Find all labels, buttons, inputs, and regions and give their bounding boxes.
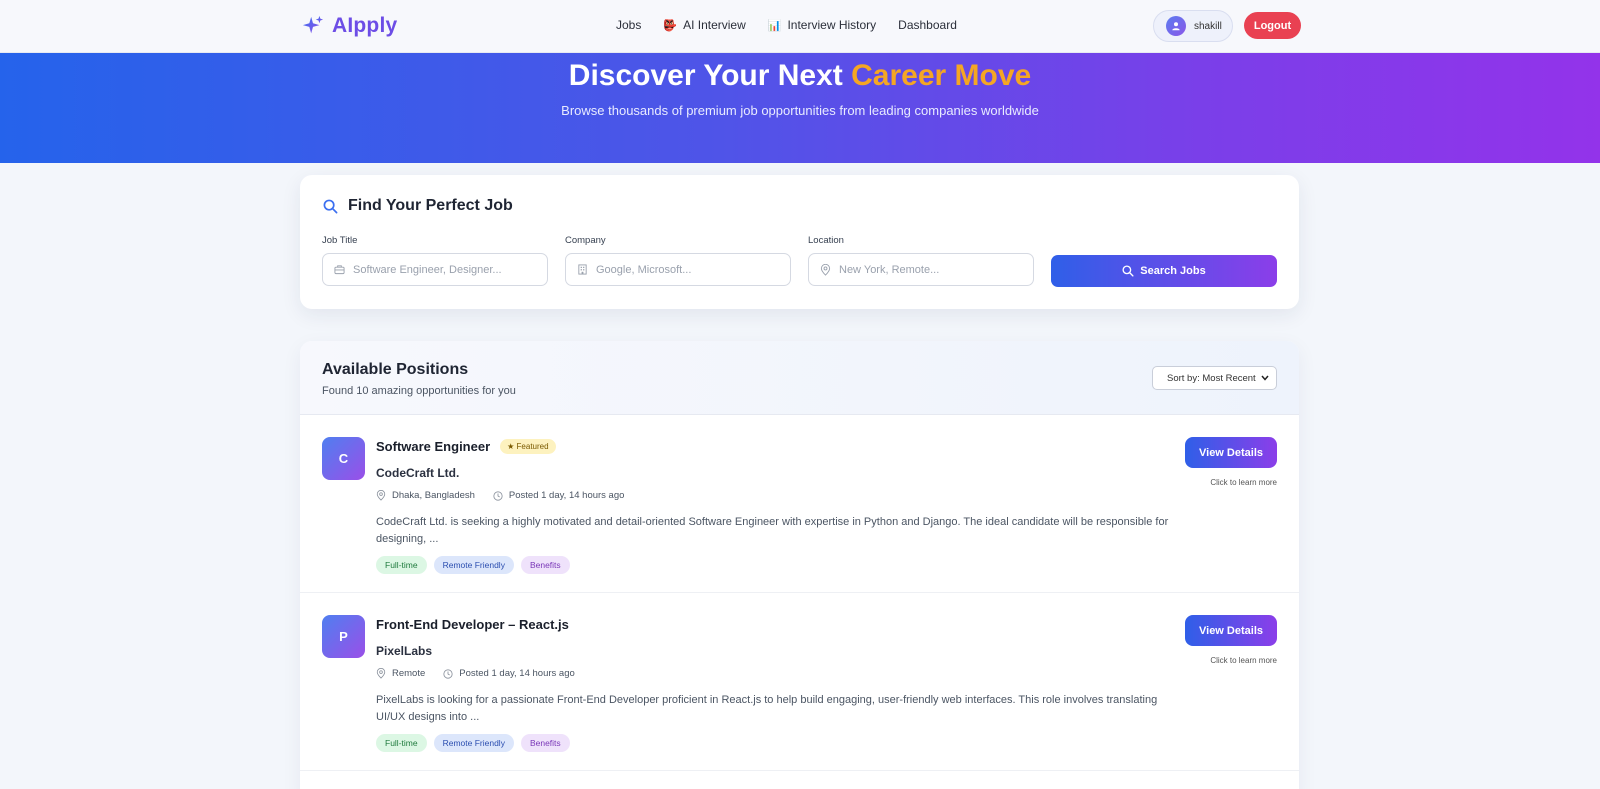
briefcase-icon	[334, 265, 345, 275]
job-location: Dhaka, Bangladesh	[376, 490, 475, 501]
view-details-button[interactable]: View Details	[1185, 437, 1277, 468]
bar-chart-icon: 📊	[767, 19, 782, 32]
featured-badge: ★ Featured	[500, 439, 556, 454]
location-field: Location New York, Remote...	[808, 235, 1034, 286]
job-meta: Remote Posted 1 day, 14 hours ago	[376, 668, 575, 679]
company-logo: C	[322, 437, 365, 480]
user-menu[interactable]: shakill	[1153, 10, 1233, 42]
nav-link-label: AI Interview	[683, 18, 746, 32]
location-placeholder: New York, Remote...	[839, 263, 940, 276]
job-posted: Posted 1 day, 14 hours ago	[443, 668, 575, 679]
tag-benefits: Benefits	[520, 734, 570, 752]
job-card: C Software Engineer ★ Featured CodeCraft…	[300, 415, 1299, 593]
nav-link-jobs[interactable]: Jobs	[616, 18, 641, 32]
view-details-button[interactable]: View Details	[1185, 615, 1277, 646]
job-title-label: Job Title	[322, 235, 358, 246]
job-meta: Dhaka, Bangladesh Posted 1 day, 14 hours…	[376, 490, 624, 501]
nav-link-interview-history[interactable]: 📊 Interview History	[768, 18, 876, 32]
location-input[interactable]: New York, Remote...	[808, 253, 1034, 286]
logout-button[interactable]: Logout	[1244, 12, 1301, 39]
job-title: Software Engineer ★ Featured	[376, 439, 556, 454]
nav-link-label: Jobs	[616, 18, 642, 32]
nav-link-ai-interview[interactable]: 👺 AI Interview	[663, 18, 745, 32]
hero-subtitle: Browse thousands of premium job opportun…	[561, 103, 1039, 118]
nav-link-dashboard[interactable]: Dashboard	[898, 18, 957, 32]
job-posted-text: Posted 1 day, 14 hours ago	[508, 490, 625, 501]
search-heading: Find Your Perfect Job	[323, 197, 513, 215]
positions-title: Available Positions	[322, 361, 469, 378]
nav-link-label: Dashboard	[898, 18, 957, 32]
building-icon	[578, 264, 587, 275]
company-placeholder: Google, Microsoft...	[596, 263, 692, 276]
company-logo: P	[322, 615, 365, 658]
clock-icon	[443, 668, 453, 679]
job-posted: Posted 1 day, 14 hours ago	[493, 490, 625, 501]
nav-links: Jobs 👺 AI Interview 📊 Interview History …	[616, 18, 957, 32]
job-title-input[interactable]: Software Engineer, Designer...	[322, 253, 548, 286]
map-pin-icon	[376, 490, 386, 501]
brand-logo[interactable]: AIpply	[302, 14, 397, 38]
hero-title-accent: Career Move	[851, 59, 1032, 92]
sparkle-icon	[302, 15, 324, 34]
positions-header: Available Positions Found 10 amazing opp…	[300, 341, 1299, 415]
job-company: CodeCraft Ltd.	[376, 466, 460, 480]
job-location-text: Dhaka, Bangladesh	[392, 490, 475, 501]
tag-full-time: Full-time	[376, 734, 427, 752]
search-jobs-label: Search Jobs	[1140, 265, 1206, 277]
job-title-placeholder: Software Engineer, Designer...	[353, 263, 502, 276]
search-icon	[323, 199, 338, 213]
job-posted-text: Posted 1 day, 14 hours ago	[459, 668, 575, 679]
job-description: PixelLabs is looking for a passionate Fr…	[376, 694, 1158, 723]
search-card: Find Your Perfect Job Job Title Software…	[300, 175, 1299, 309]
learn-more-hint: Click to learn more	[1210, 656, 1277, 665]
job-tags: Full-time Remote Friendly Benefits	[376, 734, 570, 752]
map-pin-icon	[820, 263, 831, 276]
map-pin-icon	[376, 668, 386, 679]
sort-select[interactable]: Sort by: Most Recent	[1152, 366, 1277, 390]
job-title-text[interactable]: Software Engineer	[376, 439, 490, 454]
search-heading-text: Find Your Perfect Job	[348, 197, 513, 214]
brand-name: AIpply	[332, 14, 398, 37]
job-title-field: Job Title Software Engineer, Designer...	[322, 235, 548, 286]
job-title-text[interactable]: Front-End Developer – React.js	[376, 617, 569, 632]
company-label: Company	[565, 235, 606, 246]
tag-remote-friendly: Remote Friendly	[433, 556, 514, 574]
job-title: Front-End Developer – React.js	[376, 617, 569, 632]
location-label: Location	[808, 235, 844, 246]
learn-more-hint: Click to learn more	[1210, 478, 1277, 487]
positions-panel: Available Positions Found 10 amazing opp…	[300, 341, 1299, 789]
search-icon	[1122, 265, 1134, 277]
clock-icon	[493, 490, 503, 501]
job-card: P Front-End Developer – React.js PixelLa…	[300, 593, 1299, 771]
job-company: PixelLabs	[376, 644, 433, 658]
company-field: Company Google, Microsoft...	[565, 235, 791, 286]
job-location-text: Remote	[392, 668, 426, 679]
search-jobs-button[interactable]: Search Jobs	[1051, 255, 1277, 287]
tag-benefits: Benefits	[520, 556, 570, 574]
avatar	[1166, 16, 1186, 36]
hero-title-prefix: Discover Your Next	[568, 59, 843, 92]
username: shakill	[1194, 20, 1222, 32]
positions-subtitle: Found 10 amazing opportunities for you	[322, 385, 516, 397]
chevron-down-icon	[1261, 375, 1269, 381]
job-description: CodeCraft Ltd. is seeking a highly motiv…	[376, 516, 1169, 545]
hero-banner: Discover Your Next Career Move Browse th…	[0, 53, 1600, 163]
hero-title: Discover Your Next Career Move	[0, 59, 1600, 93]
job-location: Remote	[376, 668, 425, 679]
nav-link-label: Interview History	[787, 18, 877, 32]
navbar: AIpply Jobs 👺 AI Interview 📊 Interview H…	[0, 0, 1600, 53]
tag-full-time: Full-time	[376, 556, 427, 574]
sort-select-value: Sort by: Most Recent	[1167, 372, 1256, 384]
user-icon	[1172, 22, 1180, 31]
tag-remote-friendly: Remote Friendly	[433, 734, 514, 752]
mask-icon: 👺	[663, 19, 678, 32]
company-input[interactable]: Google, Microsoft...	[565, 253, 791, 286]
job-tags: Full-time Remote Friendly Benefits	[376, 556, 570, 574]
